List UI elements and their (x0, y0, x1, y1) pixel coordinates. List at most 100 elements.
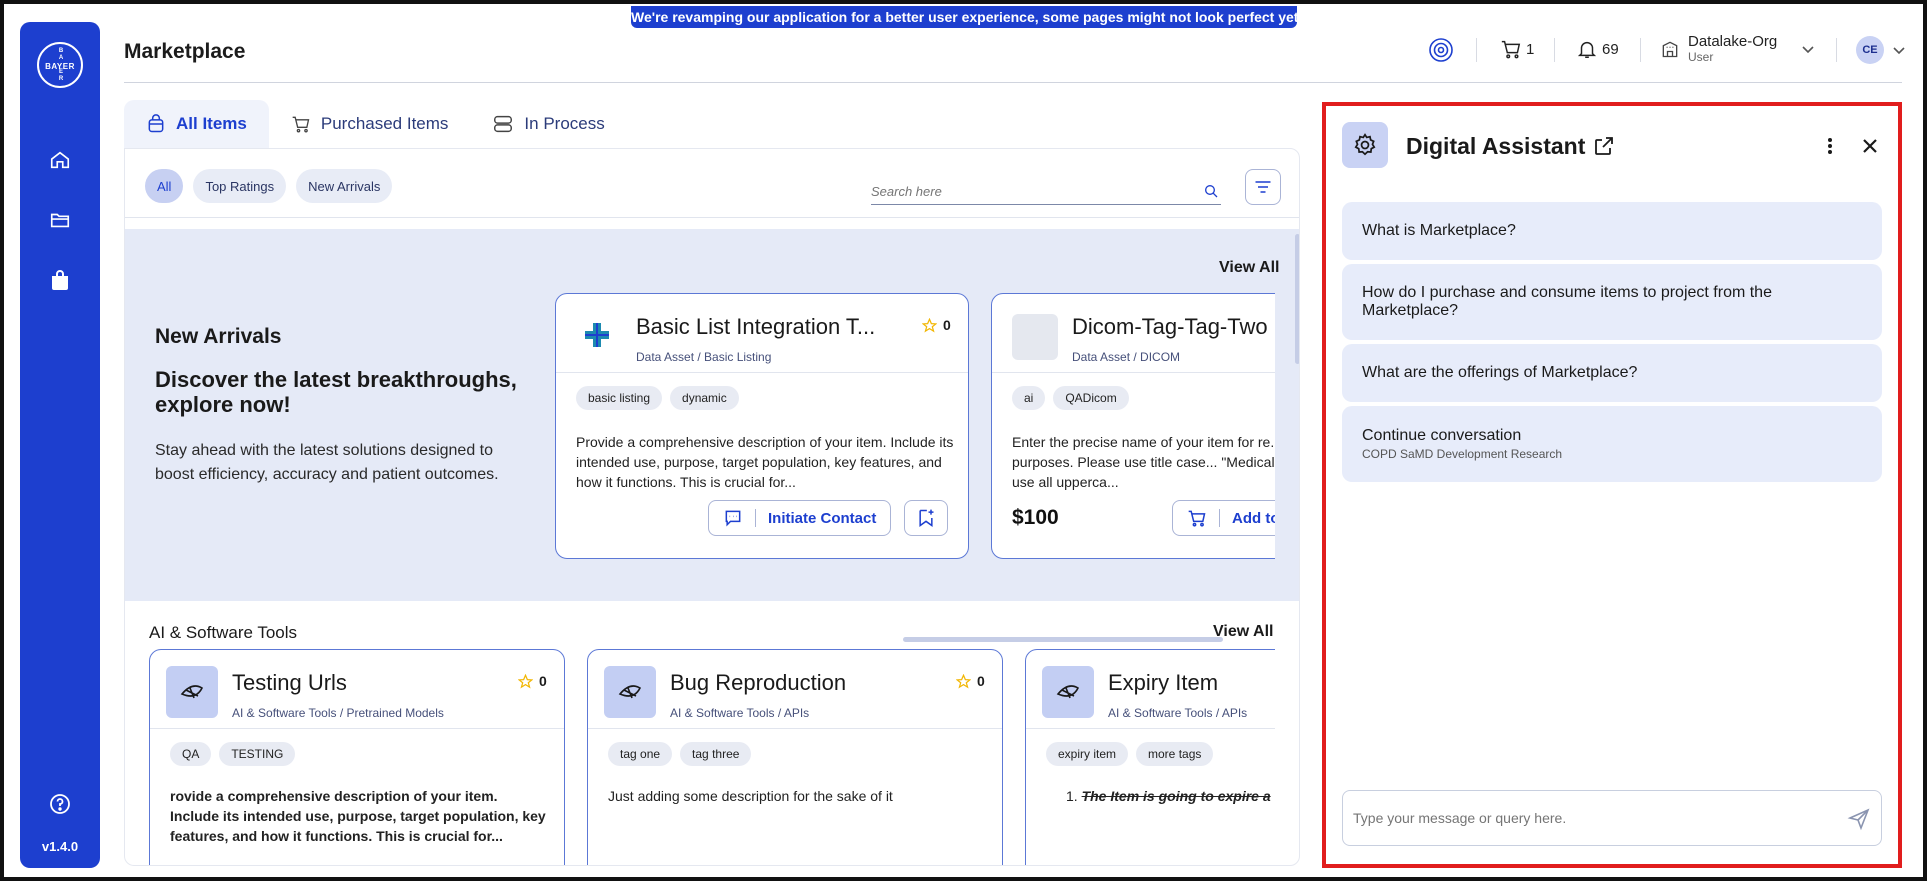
item-card[interactable]: Testing Urls AI & Software Tools / Pretr… (149, 649, 565, 865)
card-subtitle: AI & Software Tools / APIs (670, 706, 810, 720)
message-box (1342, 790, 1882, 846)
medical-cross-icon (585, 323, 609, 347)
tab-purchased-items[interactable]: Purchased Items (269, 100, 471, 148)
tag: expiry item (1046, 742, 1129, 766)
filter-icon (1255, 181, 1271, 193)
stack-icon (494, 115, 513, 133)
shopping-bag-icon[interactable] (46, 266, 74, 294)
card-title: Expiry Item (1108, 670, 1219, 695)
message-input[interactable] (1353, 807, 1833, 829)
more-vertical-icon[interactable] (1820, 136, 1840, 156)
sidebar: BAYER BAYER v1.4.0 (20, 22, 100, 868)
tab-bar: All Items Purchased Items In Process (124, 100, 627, 148)
carousel-scrollbar[interactable] (903, 637, 1223, 642)
item-card[interactable]: Expiry Item AI & Software Tools / APIs e… (1025, 649, 1275, 865)
filter-new-arrivals[interactable]: New Arrivals (296, 169, 393, 203)
help-icon[interactable] (46, 790, 74, 818)
tag: dynamic (670, 386, 739, 410)
org-role: User (1688, 50, 1714, 64)
item-card[interactable]: Dicom-Tag-Tag-Two Data Asset / DICOM ai … (991, 293, 1275, 559)
card-subtitle: AI & Software Tools / Pretrained Models (232, 706, 444, 720)
tag: more tags (1136, 742, 1214, 766)
bell-icon (1577, 41, 1597, 58)
marketplace-panel: All Top Ratings New Arrivals View All Ne… (124, 148, 1300, 866)
initiate-contact-button[interactable]: Initiate Contact (708, 500, 892, 536)
ai-tools-view-all[interactable]: View All (1213, 623, 1273, 641)
suggested-question[interactable]: What are the offerings of Marketplace? (1342, 344, 1882, 402)
tag: tag one (608, 742, 673, 766)
rating: 0 (922, 317, 951, 333)
notifications-button[interactable]: 69 (1576, 38, 1619, 60)
tag: ai (1012, 386, 1046, 410)
filter-top-ratings[interactable]: Top Ratings (193, 169, 287, 203)
star-icon (956, 673, 971, 689)
search-box (871, 179, 1221, 205)
new-arrivals-headline: Discover the latest breakthroughs, explo… (155, 367, 517, 417)
item-card[interactable]: Basic List Integration T... Data Asset /… (555, 293, 969, 559)
tab-in-process[interactable]: In Process (470, 100, 626, 148)
external-link-icon[interactable] (1592, 134, 1616, 158)
chevron-down-icon (1802, 45, 1814, 53)
tag: QA (170, 742, 212, 766)
card-description: Provide a comprehensive description of y… (576, 434, 954, 490)
close-icon[interactable] (1860, 136, 1880, 156)
settings-badge-icon[interactable] (1428, 37, 1454, 63)
tools-icon (604, 666, 656, 718)
user-menu[interactable]: CE (1856, 36, 1906, 64)
tag: tag three (680, 742, 752, 766)
cart-plus-icon (1188, 510, 1206, 527)
new-arrivals-section: View All New Arrivals Discover the lates… (125, 229, 1299, 642)
revamp-banner: We're revamping our application for a be… (631, 6, 1303, 28)
card-description: 1. The Item is going to expire a (1066, 788, 1271, 804)
org-switcher[interactable]: Datalake-Org User (1660, 33, 1815, 64)
card-tags: basic listing dynamic (576, 386, 739, 410)
version-label: v1.4.0 (41, 839, 79, 854)
star-icon (922, 317, 937, 333)
card-title: Basic List Integration T... (636, 314, 876, 339)
cart-icon (1501, 40, 1521, 59)
suggested-question[interactable]: What is Marketplace? (1342, 202, 1882, 260)
card-description: Enter the precise name of your item for … (1012, 434, 1275, 490)
filter-all[interactable]: All (145, 169, 184, 203)
card-title: Testing Urls (232, 670, 347, 695)
filter-button[interactable] (1245, 169, 1281, 205)
add-to-cart-button[interactable]: Add to (1172, 500, 1275, 536)
card-tags: QA TESTING (170, 742, 296, 766)
logo-horizontal-text: BAYER (45, 62, 75, 71)
send-icon[interactable] (1847, 807, 1871, 831)
suggested-question[interactable]: How do I purchase and consume items to p… (1342, 264, 1882, 340)
building-icon (1662, 41, 1678, 57)
chat-icon (725, 510, 741, 527)
card-subtitle: Data Asset / DICOM (1072, 350, 1181, 364)
bag-icon (148, 114, 164, 133)
filter-chips: All Top Ratings New Arrivals (145, 169, 393, 203)
cart-button[interactable]: 1 (1500, 38, 1534, 60)
rating: 0 (956, 673, 985, 689)
search-input[interactable] (871, 179, 1191, 203)
page-title: Marketplace (124, 40, 246, 63)
bookmark-add-button[interactable] (904, 500, 948, 536)
folder-icon[interactable] (46, 206, 74, 234)
ai-tools-title: AI & Software Tools (149, 623, 298, 642)
tools-icon (1042, 666, 1094, 718)
notification-count: 69 (1602, 40, 1619, 58)
search-icon[interactable] (1203, 183, 1219, 199)
new-arrivals-view-all[interactable]: View All (1219, 259, 1279, 277)
new-arrivals-carousel: Basic List Integration T... Data Asset /… (555, 293, 1275, 573)
card-description: rovide a comprehensive description of yo… (170, 788, 546, 844)
card-tags: expiry item more tags (1046, 742, 1214, 766)
vertical-scrollbar[interactable] (1295, 234, 1299, 364)
new-arrivals-description: Stay ahead with the latest solutions des… (155, 442, 499, 483)
bookmark-plus-icon (919, 509, 934, 527)
tab-all-items[interactable]: All Items (124, 100, 269, 148)
tools-icon (166, 666, 218, 718)
rating: 0 (518, 673, 547, 689)
continue-conversation[interactable]: Continue conversation COPD SaMD Developm… (1342, 406, 1882, 482)
home-icon[interactable] (46, 146, 74, 174)
bayer-logo[interactable]: BAYER BAYER (37, 42, 83, 88)
item-card[interactable]: Bug Reproduction AI & Software Tools / A… (587, 649, 1003, 865)
cart-count: 1 (1526, 40, 1535, 58)
tag: QADicom (1053, 386, 1129, 410)
tag: TESTING (219, 742, 296, 766)
card-price: $100 (1012, 506, 1059, 529)
